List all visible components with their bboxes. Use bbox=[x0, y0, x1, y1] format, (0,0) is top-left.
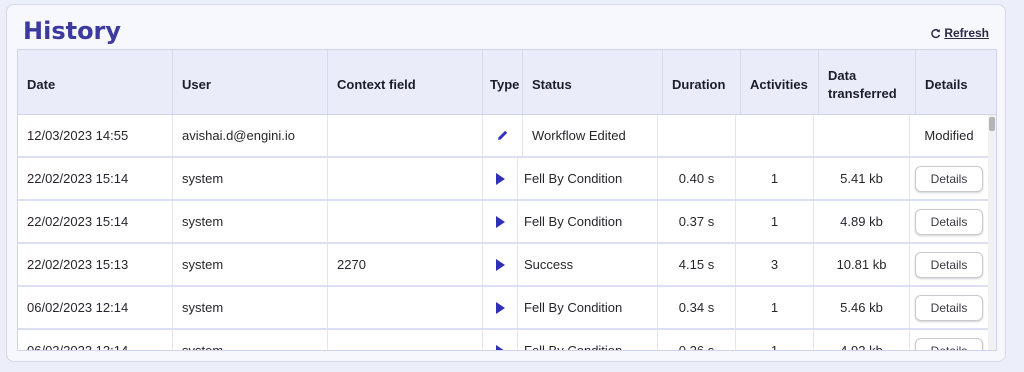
col-context-field[interactable]: Context field bbox=[328, 50, 483, 114]
cell-details-modified: Modified bbox=[924, 128, 974, 143]
table-row[interactable]: 22/02/2023 15:13 system 2270 Success 4.1… bbox=[18, 244, 988, 287]
details-button[interactable]: Details bbox=[915, 208, 983, 235]
cell-data-transferred: 4.92 kb bbox=[814, 330, 910, 350]
cell-data-transferred: 4.89 kb bbox=[814, 201, 910, 242]
cell-context bbox=[328, 201, 483, 242]
cell-duration: 4.15 s bbox=[658, 244, 736, 285]
cell-user: system bbox=[173, 244, 328, 285]
cell-context bbox=[328, 158, 483, 199]
cell-context bbox=[328, 115, 483, 156]
col-user[interactable]: User bbox=[173, 50, 328, 114]
cell-context bbox=[328, 330, 483, 350]
refresh-link[interactable]: Refresh bbox=[930, 26, 989, 40]
cell-activities: 1 bbox=[736, 287, 814, 328]
cell-status: Workflow Edited bbox=[523, 115, 658, 156]
play-icon bbox=[495, 172, 505, 185]
cell-details: Details bbox=[910, 158, 988, 199]
play-icon bbox=[495, 344, 505, 350]
cell-details: Details bbox=[910, 244, 988, 285]
cell-duration: 0.37 s bbox=[658, 201, 736, 242]
cell-status: Fell By Condition bbox=[518, 158, 658, 199]
cell-details: Details bbox=[910, 287, 988, 328]
refresh-label: Refresh bbox=[944, 26, 989, 40]
cell-date: 22/02/2023 15:14 bbox=[18, 158, 173, 199]
cell-status: Fell By Condition bbox=[518, 330, 658, 350]
history-panel: History Refresh Date User Context field … bbox=[6, 4, 1006, 362]
col-status[interactable]: Status bbox=[523, 50, 663, 114]
cell-data-transferred: 5.41 kb bbox=[814, 158, 910, 199]
cell-type bbox=[483, 287, 518, 328]
cell-activities bbox=[736, 115, 814, 156]
table-row[interactable]: 06/02/2023 12:14 system Fell By Conditio… bbox=[18, 330, 988, 350]
table-row[interactable]: 22/02/2023 15:14 system Fell By Conditio… bbox=[18, 158, 988, 201]
table-row[interactable]: 22/02/2023 15:14 system Fell By Conditio… bbox=[18, 201, 988, 244]
history-table: Date User Context field Type Status Dura… bbox=[17, 49, 997, 351]
details-button[interactable]: Details bbox=[915, 165, 983, 192]
table-row[interactable]: 06/02/2023 12:14 system Fell By Conditio… bbox=[18, 287, 988, 330]
table-row[interactable]: 12/03/2023 14:55 avishai.d@engini.io Wor… bbox=[18, 115, 988, 158]
col-data-transferred[interactable]: Data transferred bbox=[819, 50, 916, 114]
details-button[interactable]: Details bbox=[915, 337, 983, 350]
cell-data-transferred bbox=[814, 115, 910, 156]
cell-activities: 3 bbox=[736, 244, 814, 285]
col-details[interactable]: Details bbox=[916, 50, 996, 114]
cell-activities: 1 bbox=[736, 158, 814, 199]
cell-type bbox=[483, 201, 518, 242]
cell-duration: 0.40 s bbox=[658, 158, 736, 199]
cell-activities: 1 bbox=[736, 330, 814, 350]
pencil-icon bbox=[497, 130, 508, 141]
cell-duration bbox=[658, 115, 736, 156]
cell-type bbox=[483, 115, 523, 156]
cell-type bbox=[483, 244, 518, 285]
cell-user: avishai.d@engini.io bbox=[173, 115, 328, 156]
col-type[interactable]: Type bbox=[483, 50, 523, 114]
cell-duration: 0.34 s bbox=[658, 287, 736, 328]
page-title: History bbox=[23, 17, 122, 45]
cell-type bbox=[483, 158, 518, 199]
cell-date: 22/02/2023 15:13 bbox=[18, 244, 173, 285]
col-duration[interactable]: Duration bbox=[663, 50, 741, 114]
cell-status: Fell By Condition bbox=[518, 287, 658, 328]
cell-user: system bbox=[173, 330, 328, 350]
col-date[interactable]: Date bbox=[18, 50, 173, 114]
cell-details: Details bbox=[910, 201, 988, 242]
cell-status: Fell By Condition bbox=[518, 201, 658, 242]
cell-date: 22/02/2023 15:14 bbox=[18, 201, 173, 242]
cell-context: 2270 bbox=[328, 244, 483, 285]
table-header: Date User Context field Type Status Dura… bbox=[18, 50, 996, 115]
cell-date: 12/03/2023 14:55 bbox=[18, 115, 173, 156]
cell-status: Success bbox=[518, 244, 658, 285]
cell-user: system bbox=[173, 158, 328, 199]
col-activities[interactable]: Activities bbox=[741, 50, 819, 114]
cell-details: Details bbox=[910, 330, 988, 350]
cell-user: system bbox=[173, 287, 328, 328]
cell-data-transferred: 10.81 kb bbox=[814, 244, 910, 285]
cell-date: 06/02/2023 12:14 bbox=[18, 330, 173, 350]
play-icon bbox=[495, 258, 505, 271]
play-icon bbox=[495, 215, 505, 228]
cell-duration: 0.26 s bbox=[658, 330, 736, 350]
details-button[interactable]: Details bbox=[915, 294, 983, 321]
play-icon bbox=[495, 301, 505, 314]
refresh-icon bbox=[931, 28, 941, 38]
cell-user: system bbox=[173, 201, 328, 242]
table-scrollbar[interactable] bbox=[988, 115, 996, 350]
cell-data-transferred: 5.46 kb bbox=[814, 287, 910, 328]
table-body: 12/03/2023 14:55 avishai.d@engini.io Wor… bbox=[18, 115, 988, 350]
cell-date: 06/02/2023 12:14 bbox=[18, 287, 173, 328]
cell-activities: 1 bbox=[736, 201, 814, 242]
cell-context bbox=[328, 287, 483, 328]
cell-type bbox=[483, 330, 518, 350]
scrollbar-thumb[interactable] bbox=[989, 117, 995, 131]
details-button[interactable]: Details bbox=[915, 251, 983, 278]
